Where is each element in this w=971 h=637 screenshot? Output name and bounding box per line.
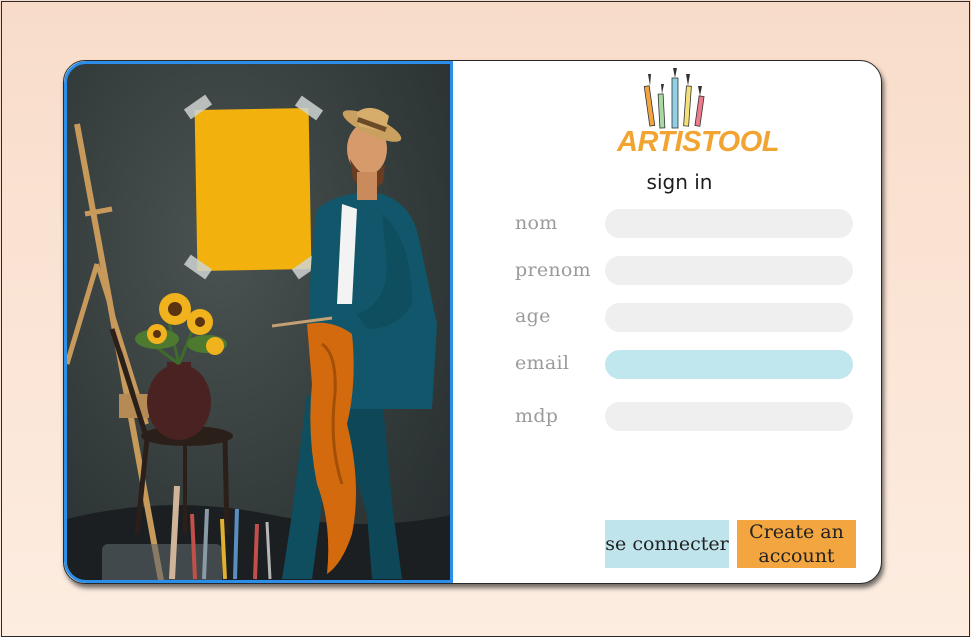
prenom-label: prenom	[515, 259, 591, 281]
age-input[interactable]	[605, 303, 853, 332]
nom-input[interactable]	[605, 209, 853, 238]
signin-card: ARTISTOOL sign in nom prenom age email m…	[63, 60, 882, 584]
create-account-button[interactable]: Create an account	[737, 520, 856, 568]
prenom-input[interactable]	[605, 256, 853, 285]
artist-photo	[64, 61, 453, 583]
password-input[interactable]	[605, 402, 853, 431]
brand-name: ARTISTOOL	[617, 126, 780, 158]
nom-label: nom	[515, 212, 558, 234]
artist-illustration	[67, 94, 450, 580]
age-label: age	[515, 305, 551, 327]
email-input[interactable]	[605, 350, 853, 379]
mdp-label: mdp	[515, 405, 559, 427]
page-title: sign in	[646, 170, 713, 194]
email-label: email	[515, 352, 570, 374]
login-button[interactable]: se connecter	[605, 520, 729, 568]
